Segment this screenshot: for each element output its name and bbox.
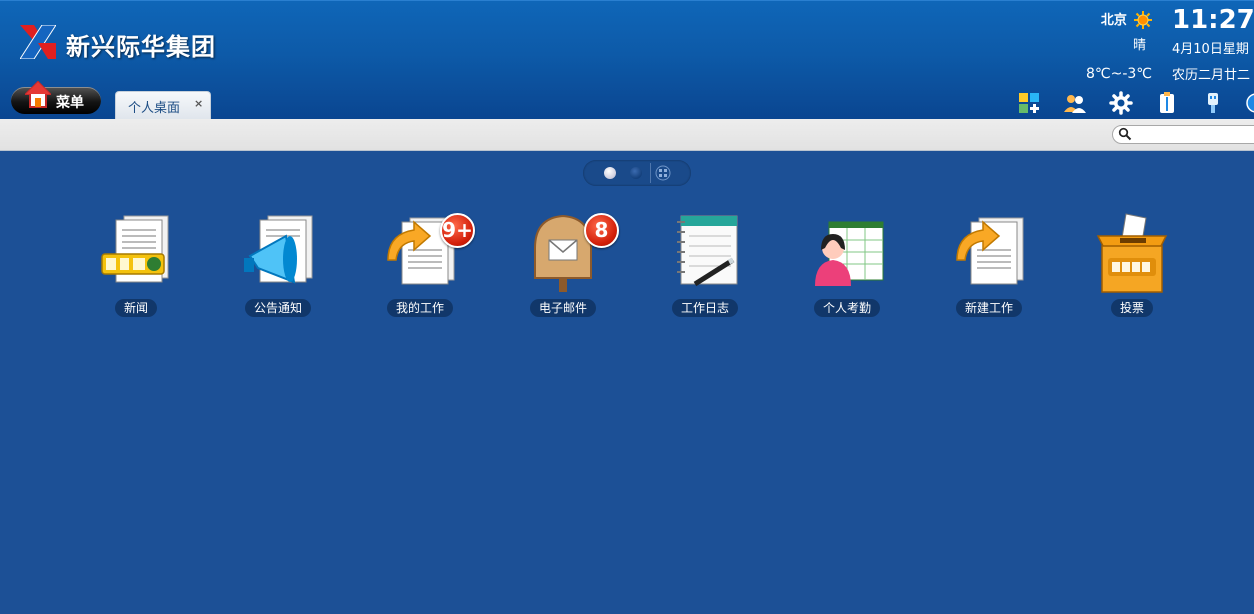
temperature-range: 8℃~-3℃ (1085, 66, 1152, 82)
app-new-work[interactable]: 新建工作 (929, 205, 1049, 325)
pager-divider (650, 163, 651, 183)
home-icon (25, 81, 51, 108)
tab-personal-desktop[interactable]: 个人桌面 × (115, 91, 211, 120)
tab-label: 个人桌面 (128, 101, 181, 116)
app-label: 我的工作 (386, 299, 454, 317)
new-work-icon (956, 217, 1024, 285)
weather-condition: 晴 (1132, 38, 1146, 53)
desktop-pager (583, 160, 691, 186)
app-label: 公告通知 (244, 299, 312, 317)
weather-city: 北京 (1100, 13, 1127, 28)
header-bar: 新兴际华集团 北京 晴 8℃~-3℃ 11:27 4月10日星期 农历二月廿二 (0, 0, 1254, 120)
app-attendance[interactable]: 个人考勤 (787, 205, 907, 325)
calendar-pen-icon (677, 215, 738, 287)
gear-icon[interactable] (1109, 91, 1133, 115)
menu-label: 菜单 (56, 95, 84, 111)
search-input[interactable] (1112, 125, 1254, 144)
company-name: 新兴际华集团 (66, 33, 216, 61)
menu-button[interactable]: 菜单 (11, 81, 101, 114)
app-label: 个人考勤 (813, 299, 881, 317)
app-vote[interactable]: 投票 (1072, 205, 1192, 325)
attendance-icon (815, 221, 884, 286)
usb-icon[interactable] (1201, 91, 1225, 115)
app-email[interactable]: 8 电子邮件 (503, 205, 623, 325)
weather-widget[interactable]: 北京 晴 8℃~-3℃ (1072, 9, 1152, 85)
clock-time: 11:27 (1172, 5, 1254, 35)
users-icon[interactable] (1063, 91, 1087, 115)
pager-dot-page-1[interactable] (604, 167, 616, 179)
app-my-work[interactable]: 9+ 我的工作 (360, 205, 480, 325)
more-icon[interactable] (1244, 91, 1254, 115)
app-label: 电子邮件 (529, 299, 597, 317)
app-announcements[interactable]: 公告通知 (218, 205, 338, 325)
add-widget-icon[interactable] (1017, 91, 1041, 115)
app-news[interactable]: 新闻 (76, 205, 196, 325)
app-label: 投票 (1110, 299, 1154, 317)
pager-dot-page-2[interactable] (630, 167, 642, 179)
app-label: 新闻 (114, 299, 158, 317)
vote-box-icon (1096, 213, 1168, 293)
email-count-badge: 8 (584, 213, 619, 248)
app-label: 工作日志 (671, 299, 739, 317)
app-work-log[interactable]: 工作日志 (645, 205, 765, 325)
app-grid-icon[interactable] (655, 165, 671, 181)
lunar-date: 农历二月廿二 (1172, 68, 1251, 83)
clock-widget: 11:27 4月10日星期 农历二月廿二 (1172, 3, 1254, 87)
search-icon (1118, 127, 1132, 141)
sub-toolbar (0, 119, 1254, 151)
company-logo-icon (20, 25, 56, 59)
close-icon[interactable]: × (194, 97, 203, 110)
sun-icon (1134, 10, 1152, 29)
news-icon (101, 215, 169, 283)
work-count-badge: 9+ (440, 213, 475, 248)
megaphone-icon (244, 215, 313, 284)
clipboard-icon[interactable] (1155, 91, 1179, 115)
app-label: 新建工作 (955, 299, 1023, 317)
clock-date: 4月10日星期 (1172, 42, 1249, 57)
